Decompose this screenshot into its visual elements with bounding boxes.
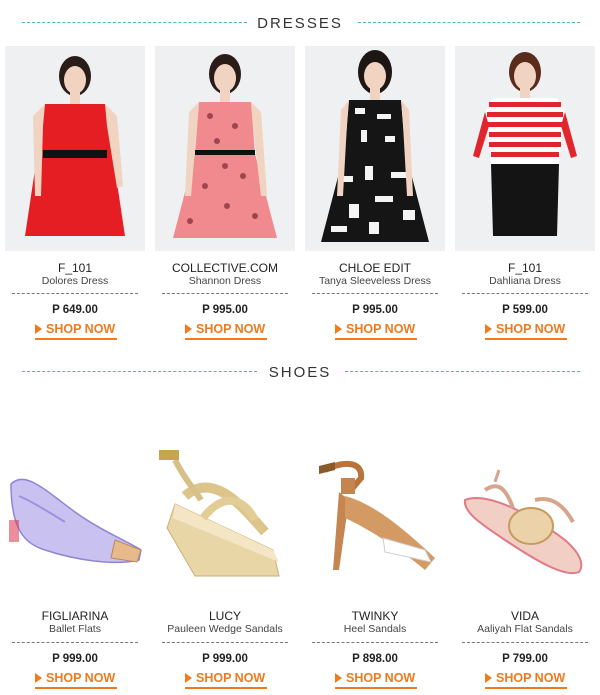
shop-now-label: SHOP NOW <box>496 671 566 685</box>
product-price: P 649.00 <box>52 304 98 316</box>
product-name: Heel Sandals <box>343 623 407 635</box>
product-image[interactable] <box>455 46 595 251</box>
arrow-right-icon <box>185 324 192 334</box>
product-name: Dolores Dress <box>41 275 109 287</box>
product-brand: TWINKY <box>351 609 399 623</box>
shop-now-link[interactable]: SHOP NOW <box>35 671 117 689</box>
section-title: DRESSES <box>257 15 343 32</box>
product-brand: COLLECTIVE.COM <box>171 261 279 275</box>
product-brand: VIDA <box>510 609 539 623</box>
card-divider <box>312 642 438 643</box>
shop-now-link[interactable]: SHOP NOW <box>335 322 417 340</box>
shop-now-label: SHOP NOW <box>196 322 266 336</box>
product-brand: CHLOE EDIT <box>338 261 411 275</box>
product-price: P 995.00 <box>202 304 248 316</box>
product-image[interactable] <box>155 46 295 251</box>
header-divider-right <box>358 22 580 23</box>
product-name: Ballet Flats <box>49 623 101 635</box>
product-name: Pauleen Wedge Sandals <box>167 623 283 635</box>
product-image[interactable] <box>305 46 445 251</box>
card-divider <box>312 293 438 294</box>
arrow-right-icon <box>485 673 492 683</box>
card-divider <box>462 642 588 643</box>
section-title: SHOES <box>268 364 332 381</box>
product-price: P 999.00 <box>52 653 98 665</box>
header-divider-right <box>345 371 580 372</box>
shop-now-label: SHOP NOW <box>46 671 116 685</box>
card-divider <box>162 293 288 294</box>
shop-now-label: SHOP NOW <box>196 671 266 685</box>
shop-now-label: SHOP NOW <box>46 322 116 336</box>
arrow-right-icon <box>185 673 192 683</box>
product-image[interactable] <box>155 400 295 600</box>
product-name: Tanya Sleeveless Dress <box>318 275 432 287</box>
shop-now-label: SHOP NOW <box>496 322 566 336</box>
product-name: Aaliyah Flat Sandals <box>477 623 573 635</box>
arrow-right-icon <box>485 324 492 334</box>
shop-now-link[interactable]: SHOP NOW <box>485 671 567 689</box>
arrow-right-icon <box>335 673 342 683</box>
product-price: P 898.00 <box>352 653 398 665</box>
shop-now-label: SHOP NOW <box>346 671 416 685</box>
arrow-right-icon <box>35 324 42 334</box>
product-image[interactable] <box>455 400 595 600</box>
shop-now-link[interactable]: SHOP NOW <box>35 322 117 340</box>
product-brand: LUCY <box>208 609 241 623</box>
product-brand: F_101 <box>57 261 93 275</box>
card-divider <box>12 642 138 643</box>
shop-now-link[interactable]: SHOP NOW <box>485 322 567 340</box>
dresses-section-header: DRESSES <box>0 13 600 33</box>
card-divider <box>162 642 288 643</box>
product-name: Shannon Dress <box>188 275 262 287</box>
product-price: P 799.00 <box>502 653 548 665</box>
shop-now-label: SHOP NOW <box>346 322 416 336</box>
product-price: P 999.00 <box>202 653 248 665</box>
product-brand: FIGLIARINA <box>41 609 109 623</box>
shop-now-link[interactable]: SHOP NOW <box>185 322 267 340</box>
product-brand: F_101 <box>507 261 543 275</box>
product-image[interactable] <box>5 46 145 251</box>
product-image[interactable] <box>305 400 445 600</box>
product-price: P 599.00 <box>502 304 548 316</box>
arrow-right-icon <box>335 324 342 334</box>
shop-now-link[interactable]: SHOP NOW <box>185 671 267 689</box>
shop-now-link[interactable]: SHOP NOW <box>335 671 417 689</box>
product-price: P 995.00 <box>352 304 398 316</box>
shoes-section-header: SHOES <box>0 362 600 382</box>
product-name: Dahliana Dress <box>489 275 561 287</box>
card-divider <box>12 293 138 294</box>
arrow-right-icon <box>35 673 42 683</box>
product-image[interactable] <box>5 400 145 600</box>
card-divider <box>462 293 588 294</box>
